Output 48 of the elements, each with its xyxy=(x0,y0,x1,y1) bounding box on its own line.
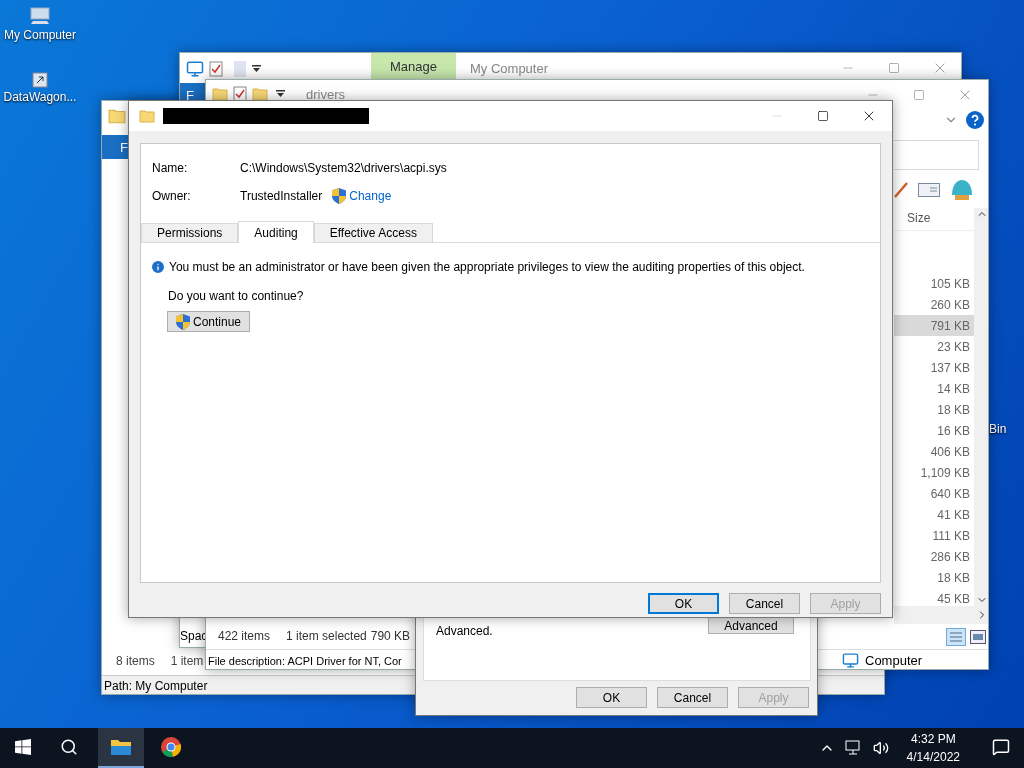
size-cell[interactable]: 406 KB xyxy=(894,441,974,462)
window-title: drivers xyxy=(306,86,345,102)
tab[interactable]: Permissions xyxy=(141,223,239,242)
info-message: You must be an administrator or have been given the appropriate privileges to view the auditing properties of this object. xyxy=(169,260,805,274)
file-description: File description: ACPI Driver for NT, Cor xyxy=(207,655,402,667)
size-cell[interactable]: 18 KB xyxy=(894,567,974,588)
size-cell[interactable]: 791 KB xyxy=(894,315,974,336)
desktop-icon-label[interactable]: My Computer xyxy=(4,28,76,42)
status-text: 1 item selected xyxy=(286,629,367,643)
window-title: My Computer xyxy=(470,60,549,76)
field-value: TrustedInstaller xyxy=(240,189,323,203)
dialog-button[interactable]: Cancel xyxy=(657,687,728,708)
size-cell[interactable]: 23 KB xyxy=(894,336,974,357)
question-text: Do you want to continue? xyxy=(168,289,304,303)
field-value: C:\Windows\System32\drivers\acpi.sys xyxy=(240,161,447,175)
size-cell[interactable]: 111 KB xyxy=(894,525,974,546)
size-cell[interactable]: 41 KB xyxy=(894,504,974,525)
size-cell[interactable]: 1,109 KB xyxy=(894,462,974,483)
field-label: Owner: xyxy=(152,189,192,203)
desktop-icon-label[interactable]: Bin xyxy=(989,422,1007,436)
dialog-button[interactable]: OK xyxy=(576,687,647,708)
size-cell[interactable]: 640 KB xyxy=(894,483,974,504)
size-cell[interactable]: 105 KB xyxy=(894,273,974,294)
path-text: Path: My Computer xyxy=(103,679,208,693)
size-cell[interactable]: 137 KB xyxy=(894,357,974,378)
tab[interactable]: Auditing xyxy=(238,221,314,243)
size-cell[interactable]: 16 KB xyxy=(894,420,974,441)
column-header[interactable]: Size xyxy=(894,211,931,225)
size-cell[interactable]: 260 KB xyxy=(894,294,974,315)
dialog-button[interactable]: Cancel xyxy=(729,593,800,614)
status-text: 8 items xyxy=(116,654,155,668)
dialog-button[interactable]: OK xyxy=(648,593,719,614)
continue-button[interactable]: Continue xyxy=(167,311,251,332)
location-text: Computer xyxy=(865,652,923,668)
status-text: 790 KB xyxy=(370,629,411,643)
desktop-icon-label[interactable]: DataWagon... xyxy=(3,90,77,104)
change-link[interactable]: Change xyxy=(349,189,392,203)
clock[interactable]: 4:32 PM 4/14/2022 xyxy=(898,730,968,766)
instruction-text: Advanced. xyxy=(436,624,493,638)
size-cell[interactable]: 14 KB xyxy=(894,378,974,399)
manage-tab[interactable]: Manage xyxy=(371,53,456,79)
size-cell[interactable]: 45 KB xyxy=(894,588,974,609)
size-cell[interactable]: 286 KB xyxy=(894,546,974,567)
status-text: 1 item xyxy=(170,654,204,668)
size-cell[interactable]: 18 KB xyxy=(894,399,974,420)
tab[interactable]: Effective Access xyxy=(313,223,433,242)
field-label: Name: xyxy=(152,161,189,175)
status-text: 422 items xyxy=(218,629,271,643)
